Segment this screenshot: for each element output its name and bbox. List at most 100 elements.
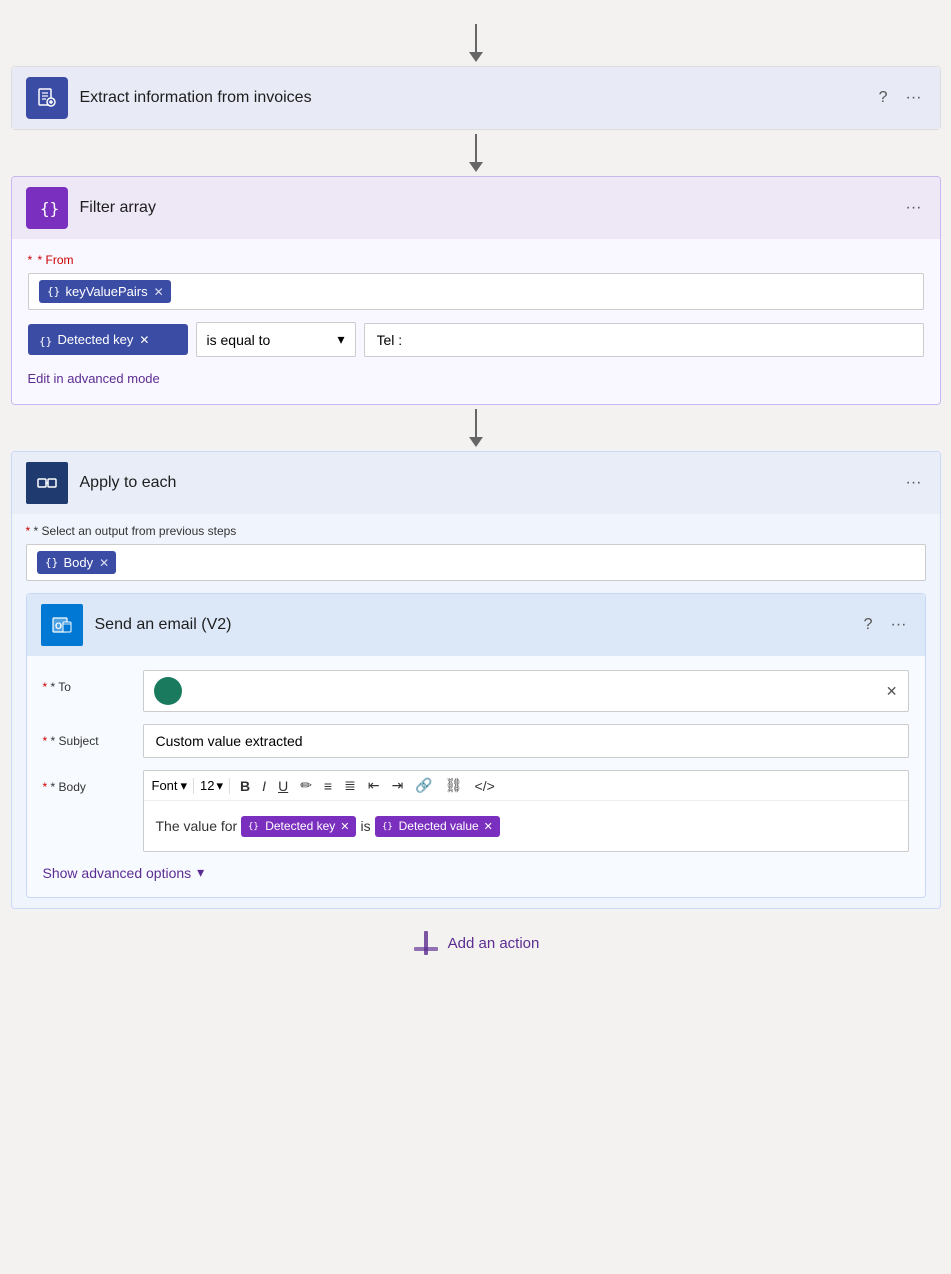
svg-text:{}: {} [45, 556, 58, 568]
show-advanced-label: Show advanced options [43, 865, 192, 881]
detected-value-token: {} Detected value ✕ [375, 816, 500, 837]
filter-card-body: * * From {} keyValuePairs ✕ [12, 239, 940, 404]
edit-advanced-link[interactable]: Edit in advanced mode [28, 371, 160, 386]
condition-value-input[interactable] [364, 323, 924, 357]
detected-key-token-icon-1: {} [248, 819, 260, 834]
email-card-actions: ? ··· [860, 614, 911, 636]
increase-indent-button[interactable]: ⇥ [388, 775, 408, 796]
svg-text:{}: {} [248, 822, 259, 831]
apply-card-header: Apply to each ··· [12, 452, 940, 514]
body-mid-text: is [360, 818, 370, 834]
detected-value-label: Detected value [399, 819, 479, 833]
from-token-close[interactable]: ✕ [154, 285, 164, 299]
body-rte[interactable]: Font ▾ 12 ▾ B I [143, 770, 909, 852]
body-content[interactable]: The value for {} Detected key ✕ [144, 801, 908, 851]
svg-text:{}: {} [40, 199, 58, 218]
from-label: * * From [28, 253, 924, 267]
font-size-chevron-icon: ▾ [217, 778, 224, 794]
font-chevron-icon: ▾ [181, 778, 188, 794]
filter-card-title: Filter array [80, 199, 902, 217]
add-action-icon [412, 929, 440, 957]
to-field[interactable]: ✕ [143, 670, 909, 712]
apply-card-actions: ··· [902, 472, 926, 494]
show-advanced-options[interactable]: Show advanced options ▾ [43, 864, 909, 881]
to-close-button[interactable]: ✕ [886, 683, 898, 700]
filter-card: {} Filter array ··· * * From {} [11, 176, 941, 405]
subject-label: * * Subject [43, 724, 143, 748]
output-token-input[interactable]: {} Body ✕ [26, 544, 926, 581]
extract-card-actions: ? ··· [875, 87, 926, 109]
body-label: * * Body [43, 770, 143, 794]
output-token-label: Body [64, 555, 94, 570]
numbered-list-button[interactable]: ≣ [340, 775, 360, 796]
filter-card-header: {} Filter array ··· [12, 177, 940, 239]
bold-button[interactable]: B [236, 776, 254, 796]
filter-more-button[interactable]: ··· [902, 197, 926, 219]
condition-token-close[interactable]: ✕ [139, 333, 149, 347]
unlink-button[interactable]: ⛓ [441, 775, 467, 796]
decrease-indent-button[interactable]: ⇤ [364, 775, 384, 796]
avatar [154, 677, 182, 705]
extract-card: Extract information from invoices ? ··· [11, 66, 941, 130]
filter-condition-row: {} Detected key ✕ is equal to ▾ [28, 322, 924, 357]
to-label: * * To [43, 670, 143, 694]
rte-toolbar: Font ▾ 12 ▾ B I [144, 771, 908, 801]
output-chip-icon: {} [44, 554, 58, 571]
extract-card-header: Extract information from invoices ? ··· [12, 67, 940, 129]
detected-key-label-1: Detected key [265, 819, 335, 833]
font-select[interactable]: Font ▾ [152, 778, 188, 794]
apply-card-icon [26, 462, 68, 504]
condition-token-label: Detected key [58, 332, 134, 347]
filter-card-icon: {} [26, 187, 68, 229]
svg-text:{}: {} [47, 285, 60, 297]
font-size-label: 12 [200, 778, 214, 793]
subject-input[interactable] [143, 724, 909, 758]
to-row: * * To ✕ [43, 670, 909, 712]
detected-key-close-1[interactable]: ✕ [340, 820, 349, 833]
from-input[interactable]: {} keyValuePairs ✕ [28, 273, 924, 310]
svg-text:{}: {} [382, 822, 393, 831]
apply-card-title: Apply to each [80, 474, 902, 492]
condition-operator-select[interactable]: is equal to ▾ [196, 322, 356, 357]
arrow-1 [469, 134, 483, 172]
from-token-label: keyValuePairs [66, 284, 148, 299]
condition-left-token: {} Detected key ✕ [28, 324, 188, 355]
extract-card-title: Extract information from invoices [80, 89, 875, 107]
email-card-title: Send an email (V2) [95, 616, 860, 634]
detected-key-token-1: {} Detected key ✕ [241, 816, 356, 837]
subject-row: * * Subject [43, 724, 909, 758]
svg-text:{}: {} [39, 335, 52, 347]
add-action-row[interactable]: Add an action [412, 929, 540, 957]
extract-card-icon [26, 77, 68, 119]
from-chip-icon: {} [46, 283, 60, 300]
apply-more-button[interactable]: ··· [902, 472, 926, 494]
font-label: Font [152, 778, 178, 793]
list-button[interactable]: ≡ [320, 776, 336, 796]
toolbar-divider-2 [229, 778, 230, 794]
html-button[interactable]: </> [471, 776, 499, 796]
pen-button[interactable]: ✏ [296, 775, 316, 796]
email-help-button[interactable]: ? [860, 614, 877, 636]
condition-operator-chevron: ▾ [337, 331, 344, 348]
email-more-button[interactable]: ··· [887, 614, 911, 636]
from-token-chip: {} keyValuePairs ✕ [39, 280, 171, 303]
apply-card: Apply to each ··· * * Select an output f… [11, 451, 941, 909]
show-advanced-chevron-icon: ▾ [197, 864, 204, 881]
link-button[interactable]: 🔗 [411, 775, 436, 796]
output-token-close[interactable]: ✕ [99, 556, 109, 570]
svg-text:O: O [55, 621, 62, 631]
select-output-label: * * Select an output from previous steps [26, 524, 926, 538]
extract-help-button[interactable]: ? [875, 87, 892, 109]
output-token-chip: {} Body ✕ [37, 551, 117, 574]
underline-button[interactable]: U [274, 776, 292, 796]
add-action-label: Add an action [448, 935, 540, 952]
detected-value-close[interactable]: ✕ [484, 820, 493, 833]
apply-card-body: * * Select an output from previous steps… [12, 514, 940, 908]
font-size-select[interactable]: 12 ▾ [200, 778, 223, 794]
italic-button[interactable]: I [258, 776, 270, 796]
body-prefix-text: The value for [156, 818, 238, 834]
email-card-header: O Send an email (V2) ? ··· [27, 594, 925, 656]
extract-more-button[interactable]: ··· [902, 87, 926, 109]
email-card-body: * * To ✕ * * Subject [27, 656, 925, 897]
top-arrow [469, 24, 483, 62]
